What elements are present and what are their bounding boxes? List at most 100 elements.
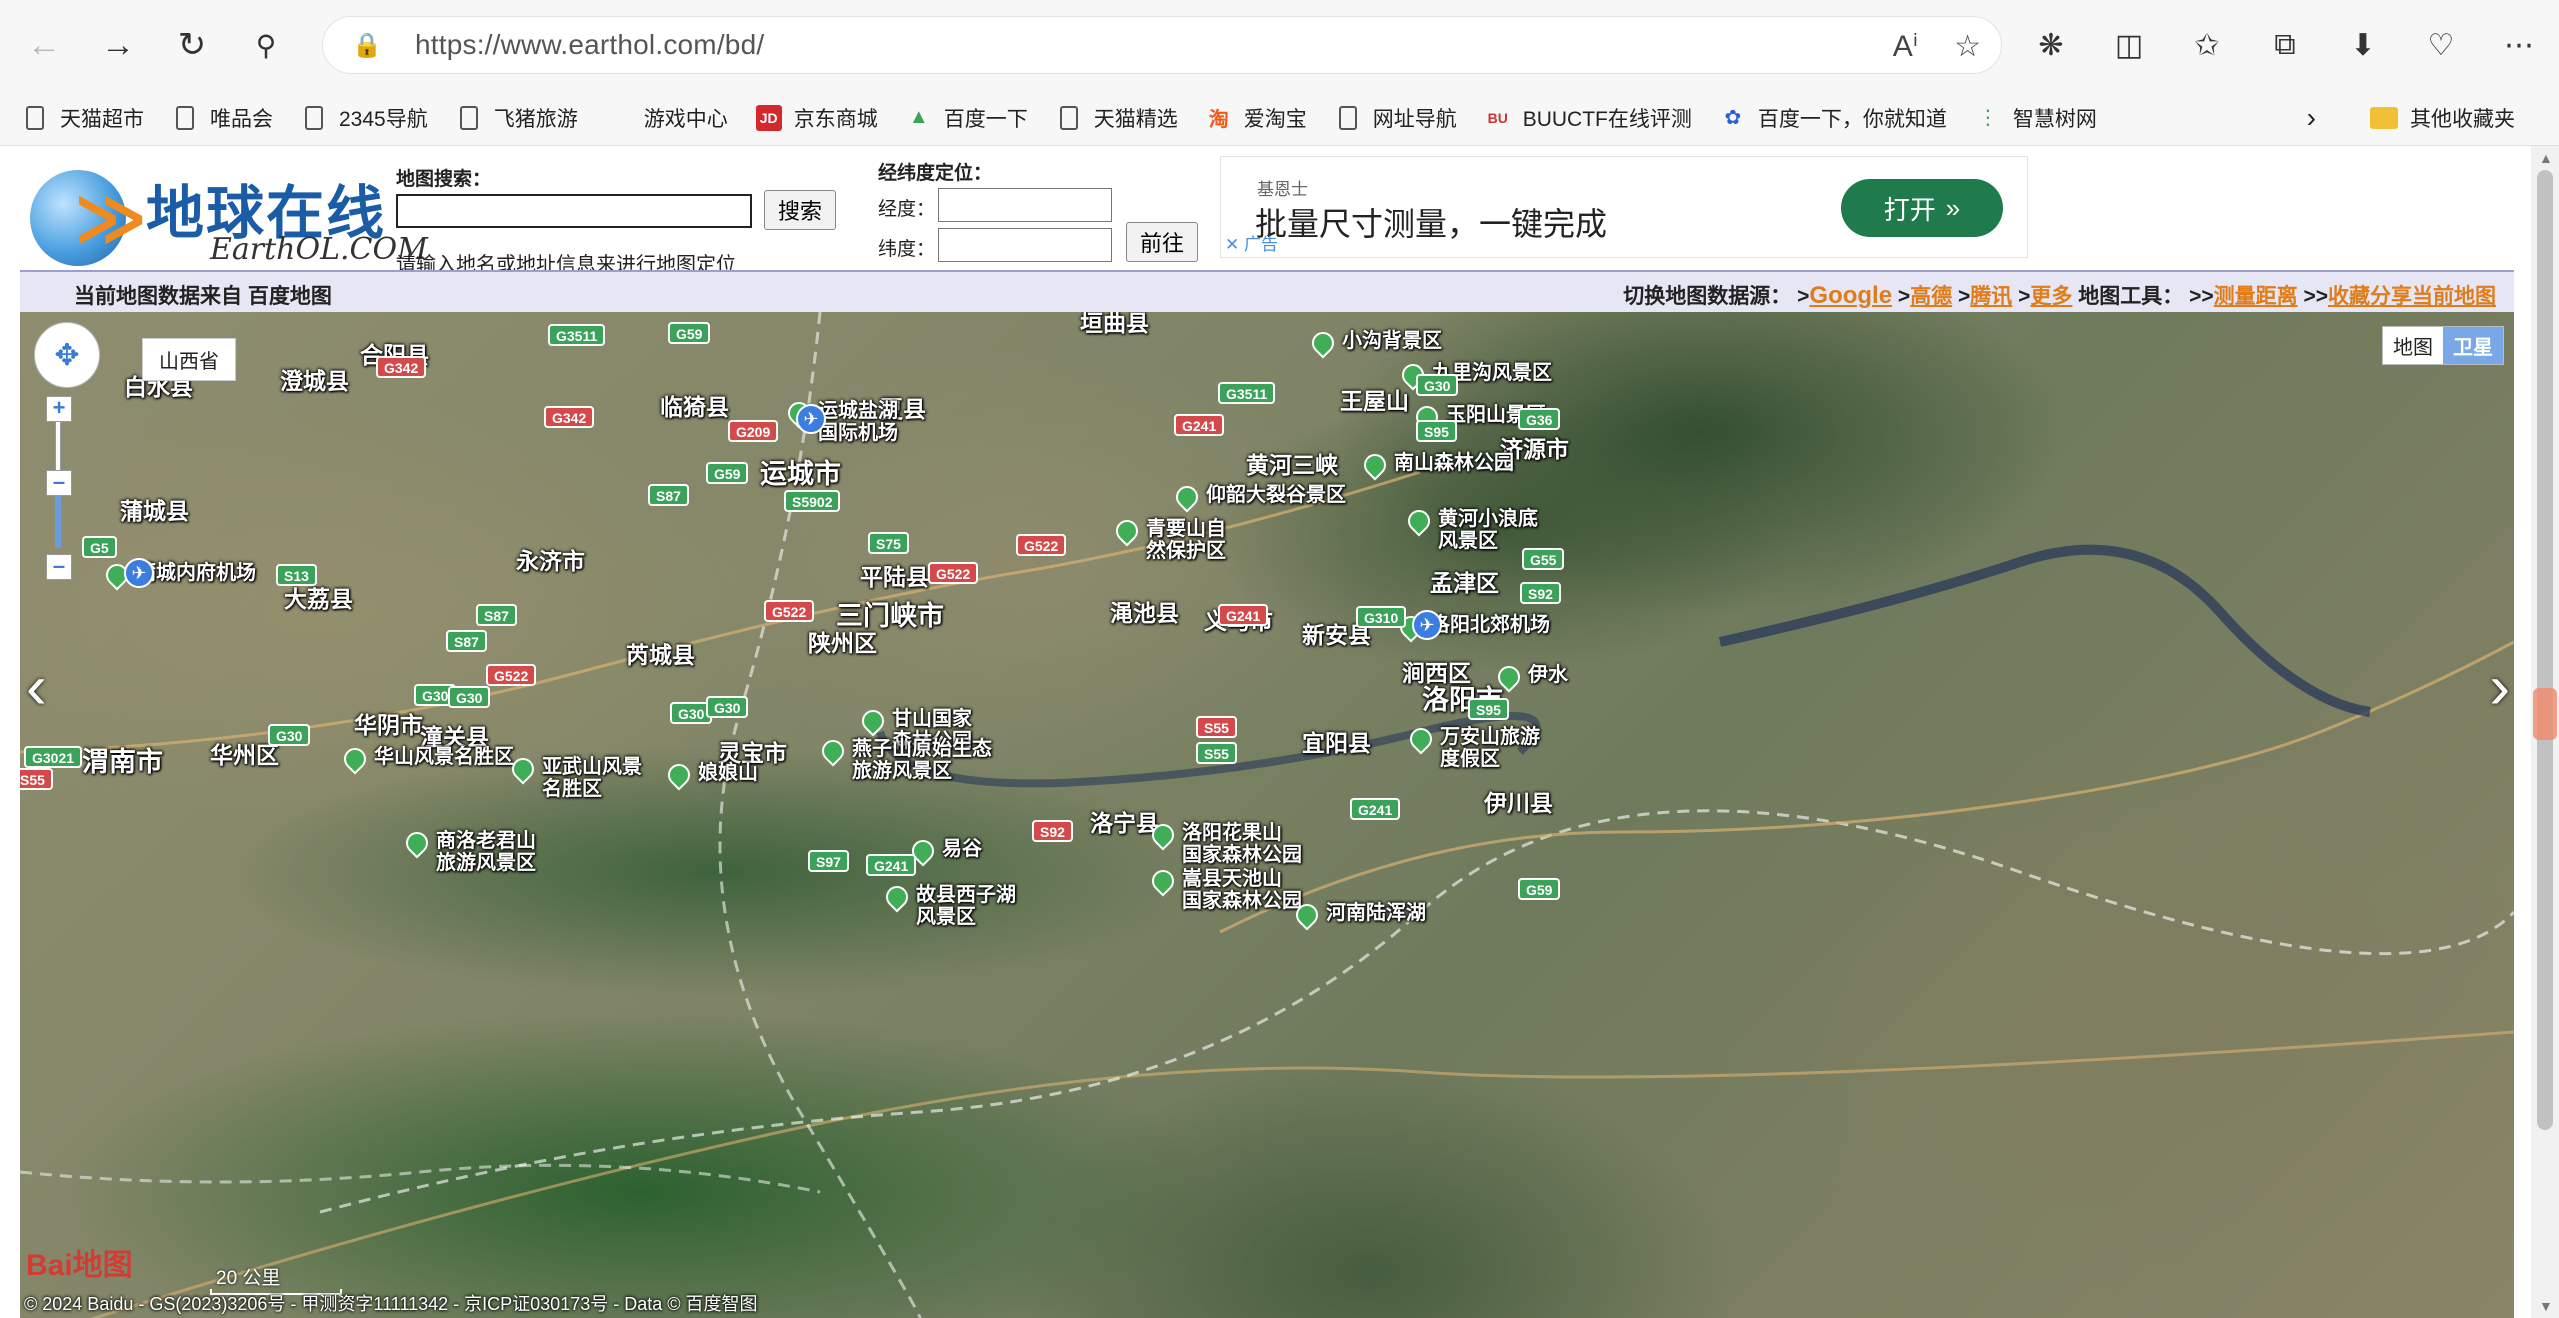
chevron-right-icon[interactable]: › bbox=[2307, 102, 2316, 134]
map-place-label[interactable]: 王屋山 bbox=[1340, 382, 1409, 416]
scroll-down-icon[interactable]: ▼ bbox=[2539, 1298, 2553, 1314]
page-scrollbar[interactable]: ▲ ▼ bbox=[2531, 146, 2559, 1318]
map-place-label[interactable]: 白水县 bbox=[124, 368, 193, 402]
map-place-label[interactable]: 陕州区 bbox=[808, 624, 877, 658]
map-place-label[interactable]: 洛阳花果山 国家森林公园 bbox=[1182, 822, 1302, 866]
bookmark-item[interactable]: 飞猪旅游 bbox=[442, 90, 592, 146]
source-gaode-link[interactable]: 高德 bbox=[1910, 285, 1952, 308]
airport-icon[interactable]: ✈ bbox=[124, 558, 154, 588]
ad-tag[interactable]: ✕ 广告 bbox=[1225, 230, 1278, 255]
read-aloud-icon[interactable]: Aⁱ bbox=[1893, 29, 1918, 64]
map-place-label[interactable]: 黄河三峡 bbox=[1246, 446, 1338, 480]
split-screen-icon[interactable]: ◫ bbox=[2109, 28, 2149, 63]
scroll-up-icon[interactable]: ▲ bbox=[2539, 150, 2553, 166]
map-place-label[interactable]: 渑池县 bbox=[1110, 594, 1179, 628]
map-place-label[interactable]: 洛宁县 bbox=[1090, 804, 1159, 838]
close-icon[interactable]: ✕ bbox=[1225, 235, 1239, 254]
page-icon bbox=[301, 105, 327, 131]
bookmark-item[interactable]: 淘爱淘宝 bbox=[1192, 90, 1321, 146]
back-icon[interactable]: ← bbox=[14, 15, 74, 75]
map-place-label[interactable]: 孟津区 bbox=[1430, 564, 1499, 598]
map-place-label[interactable]: 华阴市 bbox=[354, 706, 423, 740]
road-shield-label: G209 bbox=[728, 420, 779, 442]
bookmark-item[interactable]: JD 京东商城 bbox=[742, 90, 892, 146]
map-place-label[interactable]: 青要山自 然保护区 bbox=[1146, 518, 1226, 562]
search-button[interactable]: 搜索 bbox=[764, 190, 836, 230]
pan-control-icon[interactable]: ✥ bbox=[34, 322, 100, 388]
map-place-label[interactable]: 万安山旅游 度假区 bbox=[1440, 726, 1540, 770]
map-place-label[interactable]: 蒲城内府机场 bbox=[136, 562, 256, 584]
map-place-label[interactable]: 洛阳北郊机场 bbox=[1430, 614, 1550, 636]
map-place-label[interactable]: 芮城县 bbox=[626, 636, 695, 670]
road-shield-label: G59 bbox=[706, 462, 749, 484]
lock-icon[interactable]: 🔒 bbox=[347, 31, 387, 60]
bookmark-item[interactable]: 网址导航 bbox=[1321, 90, 1471, 146]
bookmark-item[interactable]: ▲ 百度一下 bbox=[892, 90, 1042, 146]
map-place-label[interactable]: 伊川县 bbox=[1484, 784, 1553, 818]
refresh-icon[interactable]: ↻ bbox=[162, 15, 222, 75]
ad-open-button[interactable]: 打开» bbox=[1841, 179, 2003, 237]
map-place-label[interactable]: 娘娘山 bbox=[698, 762, 758, 784]
map-place-label[interactable]: 运城市 bbox=[760, 452, 841, 491]
share-map-link[interactable]: 收藏分享当前地图 bbox=[2328, 285, 2496, 308]
bookmark-item[interactable]: 天猫精选 bbox=[1042, 90, 1192, 146]
map-place-label[interactable]: 临猗县 bbox=[660, 388, 729, 422]
bookmark-item[interactable]: BU BUUCTF在线评测 bbox=[1471, 90, 1706, 146]
address-bar[interactable]: 🔒 https://www.earthol.com/bd/ Aⁱ ☆ bbox=[322, 16, 2002, 74]
map-place-label[interactable]: 渭南市 bbox=[82, 740, 163, 779]
go-button[interactable]: 前往 bbox=[1126, 222, 1198, 262]
airport-icon[interactable]: ✈ bbox=[796, 404, 826, 434]
search-icon[interactable]: ⚲ bbox=[236, 15, 296, 75]
bookmark-item[interactable]: ⋮ 智慧树网 bbox=[1961, 90, 2111, 146]
source-more-link[interactable]: 更多 bbox=[2030, 285, 2072, 308]
map-place-label[interactable]: 嵩县天池山 国家森林公园 bbox=[1182, 868, 1302, 912]
downloads-icon[interactable]: ⬇ bbox=[2343, 28, 2383, 63]
map-place-label[interactable]: 故县西子湖 风景区 bbox=[916, 884, 1016, 928]
map-place-label[interactable]: 商洛老君山 旅游风景区 bbox=[436, 830, 536, 874]
measure-distance-link[interactable]: 测量距离 bbox=[2214, 285, 2298, 308]
map-place-label[interactable]: 蒲城县 bbox=[120, 492, 189, 526]
map-place-label[interactable]: 河南陆浑湖 bbox=[1326, 902, 1426, 924]
url-text[interactable]: https://www.earthol.com/bd/ bbox=[415, 29, 764, 61]
collections-icon[interactable]: ⧉ bbox=[2265, 28, 2305, 62]
map-place-label[interactable]: 运城盐湖 国际机场 bbox=[818, 400, 898, 444]
scroll-thumb[interactable] bbox=[2537, 170, 2553, 1130]
extensions-icon[interactable]: ❋ bbox=[2031, 28, 2071, 63]
other-bookmarks-folder[interactable]: 其他收藏夹 bbox=[2356, 90, 2529, 146]
map-place-label[interactable]: 宜阳县 bbox=[1302, 724, 1371, 758]
map-place-label[interactable]: 垣曲县 bbox=[1080, 312, 1149, 338]
map-place-label[interactable]: 易谷 bbox=[942, 838, 982, 860]
map-place-label[interactable]: 仰韶大裂谷景区 bbox=[1206, 484, 1346, 506]
search-input[interactable] bbox=[396, 194, 752, 228]
bookmark-item[interactable]: 游戏中心 bbox=[592, 90, 742, 146]
favorite-star-icon[interactable]: ☆ bbox=[1954, 29, 1981, 64]
forward-icon[interactable]: → bbox=[88, 15, 148, 75]
bookmark-item[interactable]: ✿ 百度一下，你就知道 bbox=[1706, 90, 1961, 146]
map-place-label[interactable]: 燕子山原始生态 旅游风景区 bbox=[852, 738, 992, 782]
coord-title: 经纬度定位： bbox=[878, 163, 993, 184]
bookmark-item[interactable]: 2345导航 bbox=[287, 90, 442, 146]
map-place-label[interactable]: 小沟背景区 bbox=[1342, 330, 1442, 352]
ad-banner[interactable]: 基恩士 批量尺寸测量，一键完成 打开» ✕ 广告 bbox=[1220, 156, 2028, 258]
site-logo[interactable]: ≫ 地球在线 EarthOL.COM bbox=[30, 160, 428, 267]
map-place-label[interactable]: 永济市 bbox=[516, 542, 585, 576]
more-menu-icon[interactable]: ⋯ bbox=[2499, 28, 2539, 63]
map-place-label[interactable]: 亚武山风景 名胜区 bbox=[542, 756, 642, 800]
map-place-label[interactable]: 伊水 bbox=[1528, 664, 1568, 686]
source-google-link[interactable]: Google bbox=[1809, 282, 1892, 309]
performance-icon[interactable]: ♡ bbox=[2421, 28, 2461, 63]
latitude-input[interactable] bbox=[938, 228, 1112, 262]
source-tencent-link[interactable]: 腾讯 bbox=[1970, 285, 2012, 308]
map-place-label[interactable]: 澄城县 bbox=[280, 362, 349, 396]
bookmark-item[interactable]: 天猫超市 bbox=[8, 90, 158, 146]
favorites-icon[interactable]: ✩ bbox=[2187, 28, 2227, 63]
map-place-label[interactable]: 华山风景名胜区 bbox=[374, 746, 514, 768]
road-shield-label: G30 bbox=[268, 724, 311, 746]
map-place-label[interactable]: 平陆县 bbox=[860, 558, 929, 592]
map-place-label[interactable]: 黄河小浪底 风景区 bbox=[1438, 508, 1538, 552]
bookmark-item[interactable]: 唯品会 bbox=[158, 90, 287, 146]
map-place-label[interactable]: 南山森林公园 bbox=[1394, 452, 1514, 474]
satellite-map[interactable]: 合阳县 澄城县 白水县 临猗县 夏县 运城市 蒲城县 永济市 大荔县 平陆县 三门峡市 陕州区 芮城县渑… bbox=[20, 312, 2514, 1318]
longitude-input[interactable] bbox=[938, 188, 1112, 222]
airport-icon[interactable]: ✈ bbox=[1412, 610, 1442, 640]
